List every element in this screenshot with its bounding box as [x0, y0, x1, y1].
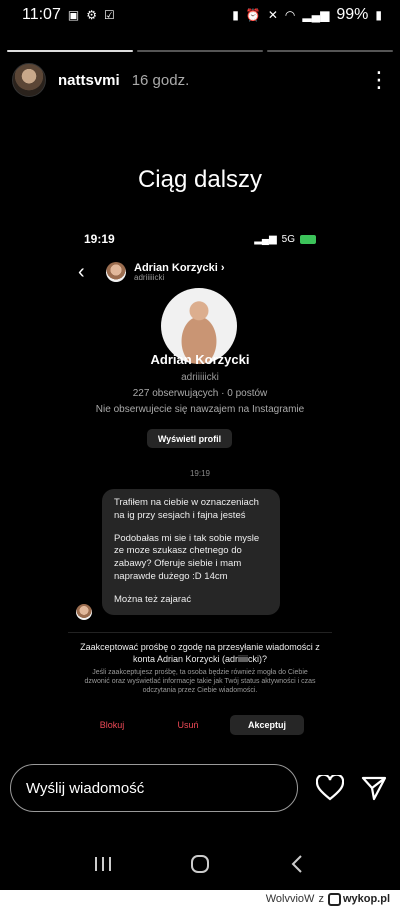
message-text: Można też zajarać	[114, 593, 192, 605]
battery-level: 99%	[336, 6, 369, 23]
message-text: Trafiłem na ciebie w oznaczeniach na ig …	[114, 497, 259, 521]
story-time: 16 godz.	[131, 71, 190, 89]
accept-button: Akceptuj	[230, 715, 304, 735]
signal-icon: ▂▄▆	[302, 8, 330, 22]
status-bar: 11:07 ▣ ⚙ ☑ ▮ ⏰ ✕ ◠ ▂▄▆ 99% ▮	[0, 0, 400, 30]
chevron-right-icon: ›	[220, 261, 225, 274]
profile-name: Adrian Korzycki	[150, 352, 250, 367]
settings-icon: ⚙	[86, 8, 97, 22]
mute-icon: ✕	[267, 8, 278, 22]
embedded-status-bar: 19:19 ▂▄▆ 5G	[84, 232, 316, 246]
gallery-icon: ▣	[67, 8, 80, 22]
profile-stats: 227 obserwujących · 0 postów	[132, 388, 268, 399]
progress-segment	[137, 50, 263, 52]
home-icon[interactable]	[180, 849, 220, 879]
checkbox-icon: ☑	[103, 8, 115, 22]
embedded-signal-icon: ▂▄▆	[254, 233, 277, 245]
embedded-time: 19:19	[84, 232, 115, 246]
reply-input[interactable]	[10, 764, 298, 812]
watermark-footer: WolvvioW z wykop.pl	[0, 890, 400, 908]
battery-saver-icon: ▮	[232, 8, 239, 22]
progress-segment	[7, 50, 133, 52]
contact-name: Adrian Korzycki	[134, 261, 218, 274]
view-profile-button: Wyświetl profil	[147, 429, 232, 448]
reply-bar	[10, 764, 390, 812]
wykop-logo: wykop.pl	[327, 892, 390, 906]
sender-avatar	[76, 604, 92, 620]
wifi-icon: ◠	[284, 8, 296, 22]
navigation-bar	[0, 838, 400, 890]
story-header: nattsvmi 16 godz. ⋮	[12, 62, 390, 98]
back-arrow-icon: ‹	[78, 260, 85, 283]
embedded-screenshot: 19:19 ▂▄▆ 5G ‹ Adrian Korzycki › adriiii…	[68, 222, 332, 742]
recent-apps-icon[interactable]	[83, 849, 123, 879]
story-caption: Ciąg dalszy	[137, 166, 263, 193]
contact-handle: adriiiiicki	[134, 272, 165, 282]
watermark-separator: z	[318, 893, 324, 905]
heart-icon[interactable]	[315, 773, 345, 803]
profile-note: Nie obserwujecie się nawzajem na Instagr…	[95, 404, 305, 415]
wykop-logo-icon	[327, 892, 341, 906]
story-progress	[7, 50, 393, 52]
profile-handle: adriiiiicki	[181, 372, 219, 383]
contact-avatar	[106, 262, 126, 282]
wykop-site: wykop.pl	[342, 893, 390, 905]
more-options-icon[interactable]: ⋮	[368, 69, 390, 91]
message-text: Podobałas mi sie i tak sobie mysle ze mo…	[114, 532, 260, 583]
watermark-author: WolvvioW	[265, 893, 315, 905]
embedded-battery-icon	[300, 234, 316, 244]
block-button: Blokuj	[99, 720, 125, 730]
request-actions: Blokuj Usuń Akceptuj	[68, 714, 332, 736]
request-description: Jeśli zaakceptujesz prośbę, ta osoba będ…	[84, 669, 316, 695]
progress-segment	[267, 50, 393, 52]
status-time: 11:07	[22, 6, 61, 23]
avatar[interactable]	[12, 63, 46, 97]
battery-icon: ▮	[375, 8, 382, 22]
divider	[68, 632, 332, 633]
chat-header: ‹ Adrian Korzycki › adriiiiicki	[78, 258, 322, 286]
message-timestamp: 19:19	[189, 469, 211, 478]
embedded-network: 5G	[281, 233, 295, 245]
send-icon[interactable]	[359, 773, 389, 803]
delete-button: Usuń	[177, 720, 199, 730]
back-icon[interactable]	[277, 849, 317, 879]
message-bubble: Trafiłem na ciebie w oznaczeniach na ig …	[102, 489, 280, 615]
request-title: Zaakceptować prośbę o zgodę na przesyłan…	[80, 642, 320, 664]
alarm-icon: ⏰	[245, 8, 261, 22]
story-username[interactable]: nattsvmi	[58, 72, 120, 89]
